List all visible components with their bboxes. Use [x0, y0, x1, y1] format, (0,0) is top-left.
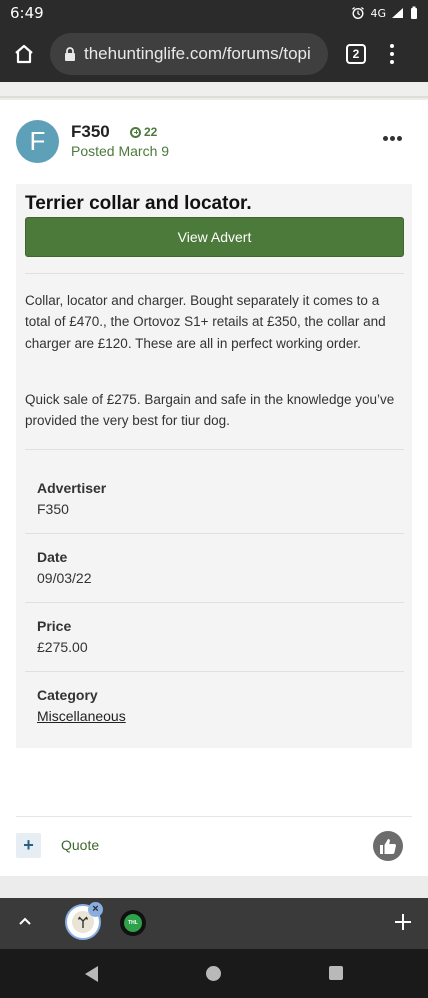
post-card: F F350 22 Posted March 9 Terrier collar …: [0, 100, 428, 876]
field-value-advertiser: F350: [37, 501, 69, 517]
quote-button[interactable]: Quote: [61, 837, 99, 853]
field-value-date: 09/03/22: [37, 570, 92, 586]
advert-box: Terrier collar and locator. View Advert …: [16, 184, 412, 748]
view-advert-button[interactable]: View Advert: [25, 217, 404, 257]
more-dot-icon: [397, 136, 402, 141]
status-icons: 4G: [351, 6, 418, 20]
divider: [25, 533, 404, 534]
home-icon: [15, 44, 33, 64]
like-button[interactable]: [373, 831, 403, 861]
alarm-icon: [352, 6, 365, 20]
network-type: 4G: [370, 6, 386, 20]
author-name[interactable]: F350: [71, 122, 110, 142]
field-value-price: £275.00: [37, 639, 88, 655]
plus-circle-icon: [130, 126, 141, 138]
advert-title: Terrier collar and locator.: [25, 193, 252, 214]
system-nav-bar: [0, 949, 428, 998]
previous-post-edge: [0, 82, 428, 98]
field-label-category: Category: [37, 687, 98, 703]
favicon-thl-icon: THL: [124, 914, 142, 932]
reputation-badge: 22: [130, 125, 157, 139]
tab-switcher-button[interactable]: 2: [346, 44, 366, 64]
browser-toolbar: thehuntinglife.com/forums/topi 2: [0, 26, 428, 82]
avatar[interactable]: F: [16, 120, 59, 163]
more-dot-icon: [383, 136, 388, 141]
field-label-price: Price: [37, 618, 72, 634]
advert-description: Quick sale of £275. Bargain and safe in …: [25, 392, 395, 429]
thumbs-up-icon: [380, 839, 396, 854]
multiquote-button[interactable]: +: [16, 833, 41, 858]
chevron-up-icon[interactable]: [17, 915, 33, 927]
field-label-advertiser: Advertiser: [37, 480, 107, 496]
battery-icon: [411, 6, 417, 19]
tab-strip: × THL: [0, 898, 428, 949]
next-post-edge: [0, 876, 428, 898]
menu-dot-icon: [390, 44, 394, 48]
browser-menu-button[interactable]: [390, 44, 394, 64]
address-bar[interactable]: thehuntinglife.com/forums/topi: [50, 33, 328, 75]
posted-date[interactable]: Posted March 9: [71, 143, 169, 159]
divider: [25, 449, 404, 450]
menu-dot-icon: [390, 52, 394, 56]
reputation-count: 22: [144, 125, 158, 139]
lock-icon: [65, 47, 75, 61]
signal-icon: [392, 8, 403, 18]
menu-dot-icon: [390, 60, 394, 64]
divider: [16, 816, 412, 817]
screen: 6:49 4G thehuntinglife.com/forums/topi 2…: [0, 0, 428, 998]
tab-thumbnail-other[interactable]: THL: [120, 910, 146, 936]
category-link[interactable]: Miscellaneous: [37, 708, 126, 724]
divider: [25, 671, 404, 672]
status-time: 6:49: [10, 4, 44, 22]
divider: [25, 273, 404, 274]
divider: [25, 602, 404, 603]
back-icon[interactable]: [84, 965, 100, 983]
recents-icon[interactable]: [329, 966, 343, 980]
close-tab-icon[interactable]: ×: [88, 902, 103, 917]
new-tab-icon[interactable]: [393, 912, 413, 932]
field-label-date: Date: [37, 549, 68, 565]
home-nav-icon[interactable]: [206, 966, 221, 981]
status-bar: 6:49 4G: [0, 0, 428, 26]
home-button[interactable]: [0, 26, 48, 82]
more-dot-icon: [390, 136, 395, 141]
url-text: thehuntinglife.com/forums/topi: [84, 44, 311, 63]
post-options-button[interactable]: [383, 136, 402, 141]
advert-description: Collar, locator and charger. Bought sepa…: [25, 293, 386, 351]
